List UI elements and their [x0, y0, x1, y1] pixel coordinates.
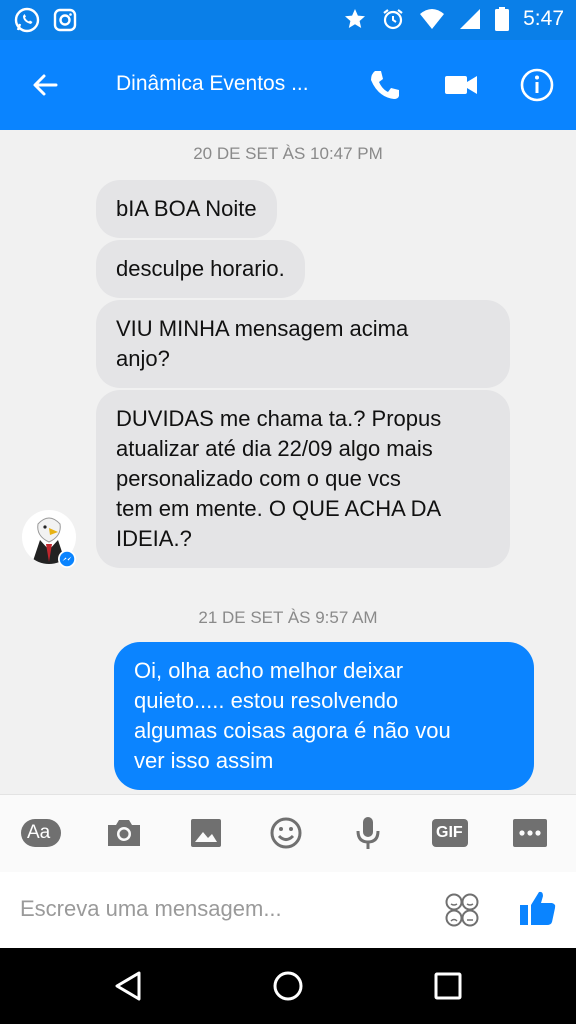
messenger-badge-icon — [58, 550, 76, 568]
signal-icon — [460, 9, 481, 29]
message-timestamp: 21 DE SET ÀS 9:57 AM — [198, 608, 378, 627]
emoji-icon[interactable] — [266, 815, 306, 851]
status-bar: 5:47 — [0, 0, 576, 40]
incoming-message[interactable]: desculpe horario. — [96, 240, 305, 298]
info-icon[interactable] — [518, 66, 556, 104]
incoming-message[interactable]: bIA BOA Noite — [96, 180, 277, 238]
star-icon — [345, 9, 366, 28]
image-icon[interactable] — [186, 815, 226, 851]
conversation-header: Dinâmica Eventos ... — [0, 40, 576, 130]
outgoing-message[interactable]: Oi, olha acho melhor deixar quieto..... … — [114, 642, 534, 790]
more-icon[interactable] — [510, 815, 550, 851]
whatsapp-icon — [14, 7, 40, 33]
incoming-message[interactable]: VIU MINHA mensagem acima anjo? — [96, 300, 510, 388]
video-call-icon[interactable] — [442, 66, 480, 104]
nav-home-icon[interactable] — [270, 968, 306, 1004]
like-thumb-icon[interactable] — [518, 888, 558, 928]
gif-label: GIF — [436, 824, 463, 841]
message-input[interactable]: Escreva uma mensagem... — [20, 896, 282, 922]
text-size-label: Aa — [27, 822, 51, 843]
phone-call-icon[interactable] — [366, 66, 404, 104]
sticker-icon[interactable] — [444, 892, 480, 928]
camera-icon[interactable] — [104, 815, 144, 851]
back-arrow-icon[interactable] — [28, 68, 62, 102]
message-thread[interactable]: 20 DE SET ÀS 10:47 PM bIA BOA Noite desc… — [0, 130, 576, 794]
incoming-message[interactable]: DUVIDAS me chama ta.? Propus atualizar a… — [96, 390, 510, 568]
nav-recents-icon[interactable] — [430, 968, 466, 1004]
message-composer: Escreva uma mensagem... — [0, 872, 576, 948]
android-navigation-bar — [0, 948, 576, 1024]
microphone-icon[interactable] — [348, 815, 388, 851]
wifi-icon — [420, 9, 445, 29]
message-timestamp: 20 DE SET ÀS 10:47 PM — [193, 144, 383, 163]
battery-icon — [495, 7, 510, 31]
clock-time: 5:47 — [523, 7, 564, 30]
text-size-icon[interactable]: Aa — [20, 815, 62, 851]
composer-toolbar: Aa GIF — [0, 794, 576, 872]
nav-back-icon[interactable] — [110, 968, 146, 1004]
gif-icon[interactable]: GIF — [430, 815, 470, 851]
instagram-icon — [53, 8, 77, 32]
alarm-icon — [383, 9, 403, 30]
conversation-title[interactable]: Dinâmica Eventos ... — [116, 72, 309, 96]
